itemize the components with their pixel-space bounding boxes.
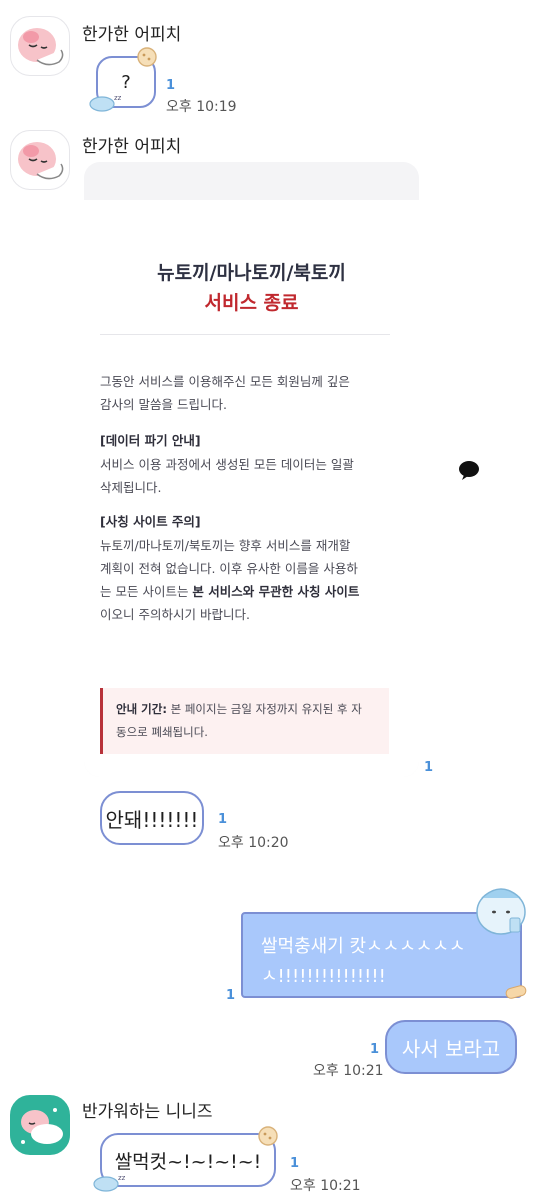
notice-text-line: 는 모든 사이트는 본 서비스와 무관한 사칭 사이트 xyxy=(100,580,400,603)
notice-card-body: 뉴토끼/마나토끼/북토끼 서비스 종료 그동안 서비스를 이용해주신 모든 회원… xyxy=(84,200,419,777)
message-bubble[interactable]: 안돼!!!!!!! xyxy=(100,791,204,845)
notice-text-line: 계획이 전혀 없습니다. 이후 유사한 이름을 사용하 xyxy=(100,561,358,576)
unread-count: 1 xyxy=(166,78,176,93)
notice-text-line: 서비스 이용 과정에서 생성된 모든 데이터는 일괄 xyxy=(100,457,354,472)
apeach-avatar[interactable] xyxy=(10,130,70,190)
message-text: 안돼!!!!!!! xyxy=(105,807,199,832)
ninis-avatar[interactable] xyxy=(10,1095,70,1155)
notice-text-line: 삭제됩니다. xyxy=(100,480,162,495)
notice-text-segment: 는 모든 사이트는 xyxy=(100,584,193,599)
speech-bubble-icon[interactable] xyxy=(458,459,480,481)
bandage-icon xyxy=(505,985,527,999)
sender-name: 반가워하는 니니즈 xyxy=(82,1102,213,1122)
notice-box-line: 안내 기간: 본 페이지는 금일 자정까지 유지된 후 자 xyxy=(116,698,379,721)
notice-text-line: 뉴토끼/마나토끼/북토끼는 향후 서비스를 재개할 xyxy=(100,538,351,553)
ninis-avatar-icon xyxy=(21,1108,63,1144)
notice-title: 뉴토끼/마나토끼/북토끼 xyxy=(157,262,346,284)
message-time: 오후 10:21 xyxy=(290,1178,361,1194)
message-text-line: 쌀먹충새기 캇ㅅㅅㅅㅅㅅㅅ xyxy=(261,936,466,957)
sleeping-bunny-sticker-icon: zz xyxy=(93,1174,126,1192)
message-text: 사서 보라고 xyxy=(401,1036,501,1061)
apeach-avatar[interactable] xyxy=(10,16,70,76)
svg-text:zz: zz xyxy=(118,1174,126,1182)
notice-box-line: 동으로 폐쇄됩니다. xyxy=(116,725,208,739)
notice-intro-line: 감사의 말씀을 드립니다. xyxy=(100,397,227,412)
svg-text:zz: zz xyxy=(114,94,122,102)
notice-box-text: 본 페이지는 금일 자정까지 유지된 후 자 xyxy=(166,702,362,716)
sleeping-bunny-sticker-icon: zz xyxy=(89,94,122,112)
apeach-avatar-icon xyxy=(18,142,64,180)
notice-section-heading: [사칭 사이트 주의] xyxy=(100,514,201,529)
notice-period-box: 안내 기간: 본 페이지는 금일 자정까지 유지된 후 자 동으로 폐쇄됩니다. xyxy=(100,688,389,754)
sender-name: 한가한 어피치 xyxy=(82,137,182,157)
notice-section-heading: [데이터 파기 안내] xyxy=(100,433,201,448)
message-time: 오후 10:19 xyxy=(166,99,237,115)
notice-card[interactable]: 뉴토끼/마나토끼/북토끼 서비스 종료 그동안 서비스를 이용해주신 모든 회원… xyxy=(84,162,419,777)
notice-text-line: 이오니 주의하시기 바랍니다. xyxy=(100,607,250,622)
message-time: 오후 10:20 xyxy=(218,835,289,851)
cookie-sticker-icon xyxy=(258,1126,278,1146)
cookie-sticker-icon xyxy=(137,47,157,67)
unread-count: 1 xyxy=(424,760,434,775)
sender-name: 한가한 어피치 xyxy=(82,25,182,45)
notice-intro-line: 그동안 서비스를 이용해주신 모든 회원님께 깊은 xyxy=(100,374,350,389)
message-time: 오후 10:21 xyxy=(313,1063,384,1079)
message-text-line: ㅅ!!!!!!!!!!!!!!! xyxy=(261,966,386,987)
notice-box-label: 안내 기간: xyxy=(116,702,167,716)
message-text: 쌀먹컷~!~!~!~! xyxy=(114,1150,262,1173)
apeach-avatar-icon xyxy=(18,28,64,66)
message-bubble[interactable]: 사서 보라고 xyxy=(385,1020,517,1074)
unread-count: 1 xyxy=(370,1042,380,1057)
bunny-character-sticker-icon xyxy=(476,888,526,935)
divider xyxy=(100,334,390,335)
unread-count: 1 xyxy=(290,1156,300,1171)
unread-count: 1 xyxy=(218,812,228,827)
notice-emphasis: 본 서비스와 무관한 사칭 사이트 xyxy=(192,584,360,599)
unread-count: 1 xyxy=(226,988,236,1003)
notice-subtitle: 서비스 종료 xyxy=(204,292,299,314)
